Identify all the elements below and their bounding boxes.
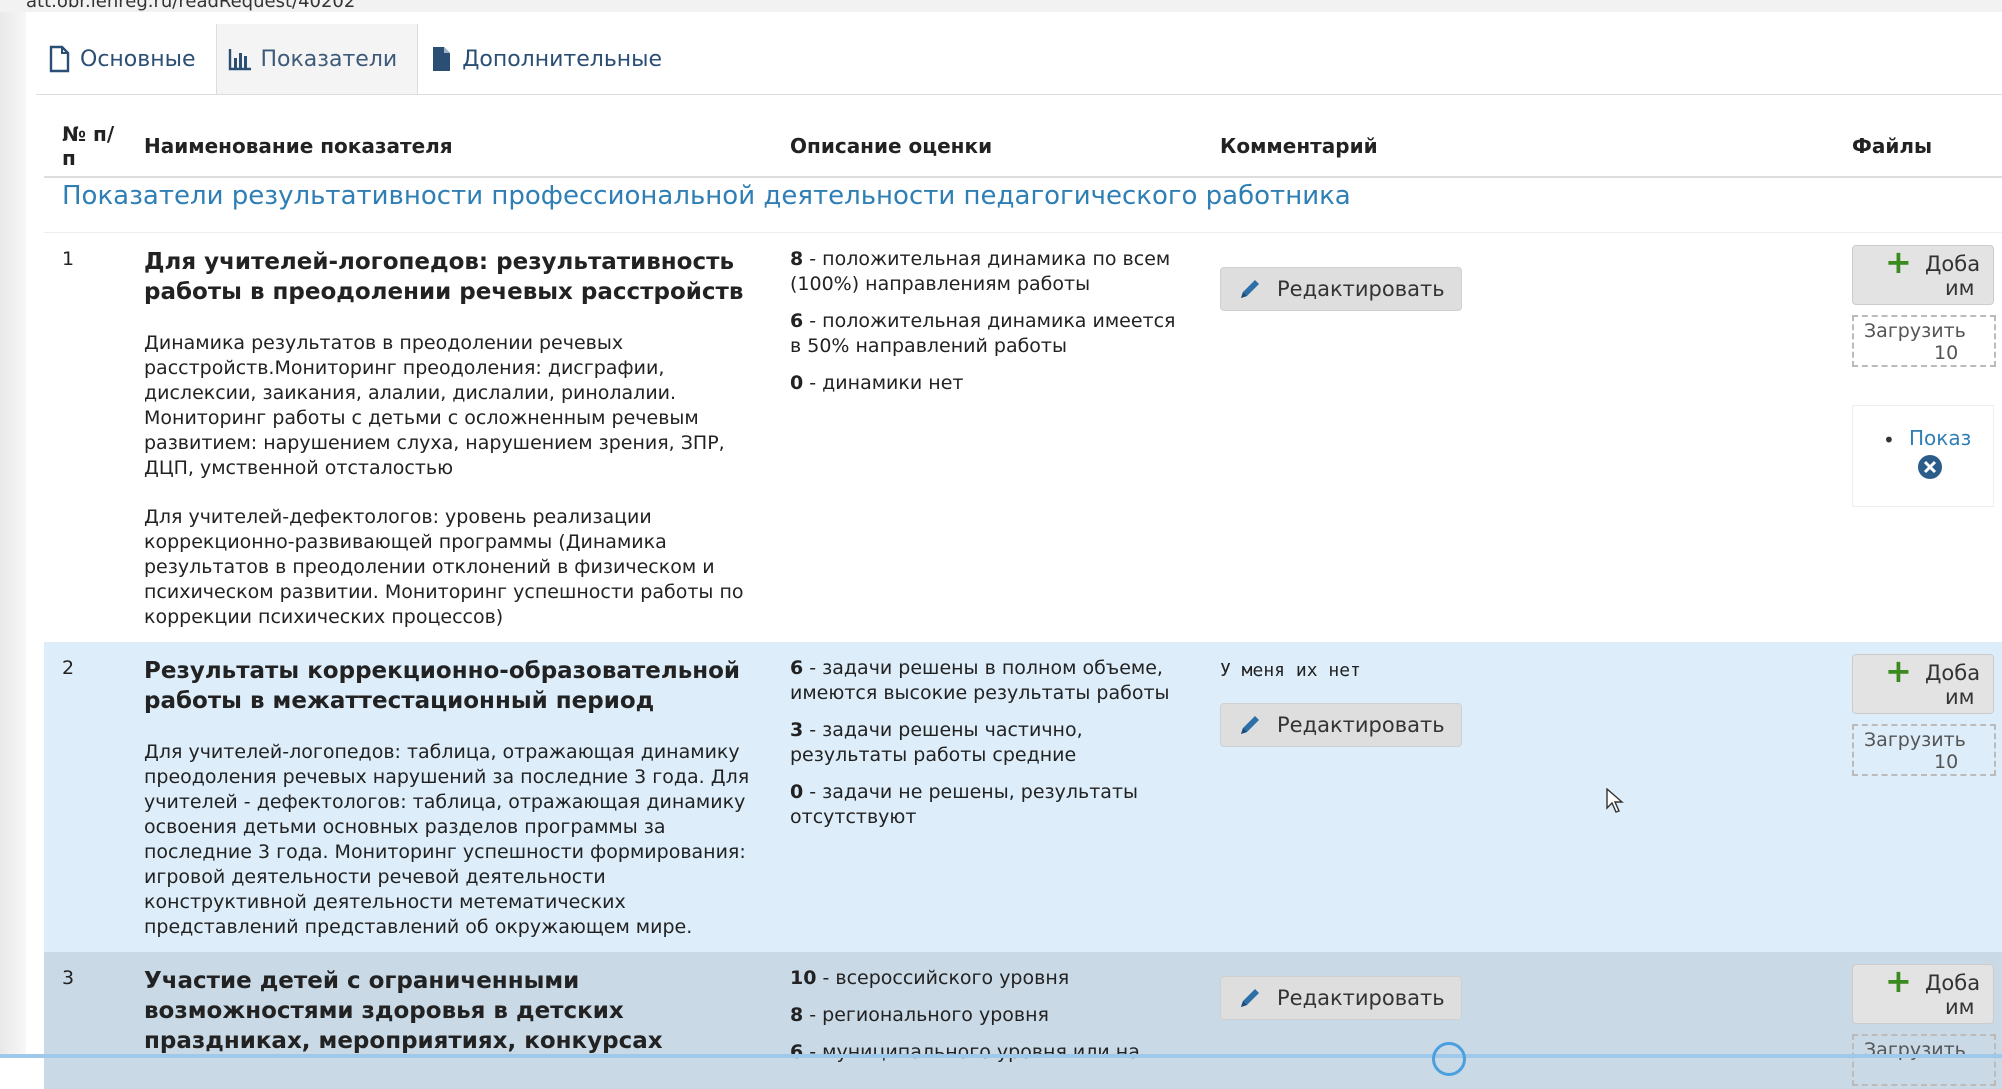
tab-additional[interactable]: Дополнительные <box>418 24 683 94</box>
criterion: 3 - задачи решены частично, результаты р… <box>790 719 1083 766</box>
indicator-cell: Для учителей-логопедов: результативность… <box>126 233 772 643</box>
pencil-icon <box>1241 280 1259 298</box>
comment-cell: Редактировать <box>1202 233 1834 643</box>
tab-indicators[interactable]: Показатели <box>215 24 419 94</box>
tab-bar: Основные Показатели Дополнительные <box>36 24 2002 95</box>
comment-cell: У меня их нет Редактировать <box>1202 642 1834 952</box>
table-row: 3 Участие детей с ограниченными возможно… <box>44 952 2002 1089</box>
indicator-title: Для учителей-логопедов: результативность… <box>144 249 744 305</box>
plus-icon: + <box>1885 245 1912 281</box>
comment-text: У меня их нет <box>1220 660 1361 681</box>
criteria-cell: 8 - положительная динамика по всем (100%… <box>772 233 1202 643</box>
indicator-title: Участие детей с ограниченными возможност… <box>144 968 663 1054</box>
upload-dropzone[interactable]: Загрузить 10 <box>1852 315 1996 367</box>
criterion: 10 - всероссийского уровня <box>790 967 1070 989</box>
add-file-button[interactable]: + Доба им <box>1852 654 1994 714</box>
tab-basic[interactable]: Основные <box>36 24 216 94</box>
files-cell: + Доба им Загрузить 10 • Показ <box>1834 233 2002 643</box>
left-gutter <box>0 12 26 1058</box>
section-row: Показатели результативности профессионал… <box>44 177 2002 233</box>
pencil-icon <box>1241 716 1259 734</box>
criterion: 0 - задачи не решены, результаты отсутст… <box>790 781 1139 828</box>
edit-label: Редактировать <box>1277 276 1445 301</box>
col-header-comment: Комментарий <box>1202 116 1834 178</box>
uploaded-files-list: • Показ <box>1852 405 1994 507</box>
row-number: 2 <box>44 642 126 952</box>
criterion: 6 - положительная динамика имеется в 50%… <box>790 310 1176 357</box>
pencil-icon <box>1241 989 1259 1007</box>
files-cell: + Доба им Загрузить <box>1834 952 2002 1089</box>
plus-icon: + <box>1885 964 1912 1000</box>
edit-comment-button[interactable]: Редактировать <box>1220 703 1462 747</box>
add-file-button[interactable]: + Доба им <box>1852 964 1994 1024</box>
criterion: 8 - регионального уровня <box>790 1004 1049 1026</box>
criterion: 0 - динамики нет <box>790 372 964 394</box>
add-file-button[interactable]: + Доба им <box>1852 245 1994 305</box>
mouse-cursor-icon <box>1606 788 1624 813</box>
section-title: Показатели результативности профессионал… <box>44 177 2002 233</box>
url-text: att.obr.lenreg.ru/readRequest/40202 <box>26 0 356 12</box>
tab-indicators-label: Показатели <box>260 46 398 72</box>
file-icon <box>49 45 70 73</box>
files-cell: + Доба им Загрузить 10 <box>1834 642 2002 952</box>
document-icon <box>433 47 451 71</box>
criterion: 6 - задачи решены в полном объеме, имеют… <box>790 657 1170 704</box>
col-header-num: № п/п <box>44 116 126 178</box>
indicator-description: Динамика результатов в преодолении речев… <box>144 332 725 479</box>
file-link[interactable]: Показ <box>1909 426 1971 451</box>
indicator-title: Результаты коррекционно-образовательной … <box>144 658 741 714</box>
indicator-description: Для учителей-логопедов: таблица, отражаю… <box>144 741 750 938</box>
tab-basic-label: Основные <box>80 46 196 72</box>
upload-dropzone[interactable]: Загрузить 10 <box>1852 724 1996 776</box>
criterion: 6 - муниципального уровня или на <box>790 1041 1140 1063</box>
edit-label: Редактировать <box>1277 712 1445 737</box>
criteria-cell: 10 - всероссийского уровня 8 - региональ… <box>772 952 1202 1089</box>
browser-url-bar[interactable]: att.obr.lenreg.ru/readRequest/40202 <box>0 0 2002 12</box>
comment-cell: Редактировать <box>1202 952 1834 1089</box>
plus-icon: + <box>1885 654 1912 690</box>
edit-label: Редактировать <box>1277 985 1445 1010</box>
remove-file-icon[interactable] <box>1917 454 1943 480</box>
edit-comment-button[interactable]: Редактировать <box>1220 976 1462 1020</box>
table-header-row: № п/п Наименование показателя Описание о… <box>44 116 2002 178</box>
indicator-description: Для учителей-дефектологов: уровень реали… <box>144 506 744 628</box>
indicator-cell: Участие детей с ограниченными возможност… <box>126 952 772 1089</box>
video-progress-bar[interactable] <box>0 1054 2002 1058</box>
edit-comment-button[interactable]: Редактировать <box>1220 267 1462 311</box>
progress-handle[interactable] <box>1432 1042 1466 1076</box>
criteria-cell: 6 - задачи решены в полном объеме, имеют… <box>772 642 1202 952</box>
col-header-description: Описание оценки <box>772 116 1202 178</box>
col-header-name: Наименование показателя <box>126 116 772 178</box>
table-row: 2 Результаты коррекционно-образовательно… <box>44 642 2002 952</box>
tab-additional-label: Дополнительные <box>462 46 663 72</box>
indicators-table: № п/п Наименование показателя Описание о… <box>44 116 2002 1089</box>
list-bullet: • <box>1883 428 1895 452</box>
row-number: 3 <box>44 952 126 1089</box>
bar-chart-icon <box>228 49 251 71</box>
indicator-cell: Результаты коррекционно-образовательной … <box>126 642 772 952</box>
criterion: 8 - положительная динамика по всем (100%… <box>790 248 1171 295</box>
upload-dropzone[interactable]: Загрузить <box>1852 1034 1996 1086</box>
col-header-files: Файлы <box>1834 116 2002 178</box>
table-row: 1 Для учителей-логопедов: результативнос… <box>44 233 2002 643</box>
row-number: 1 <box>62 248 75 270</box>
